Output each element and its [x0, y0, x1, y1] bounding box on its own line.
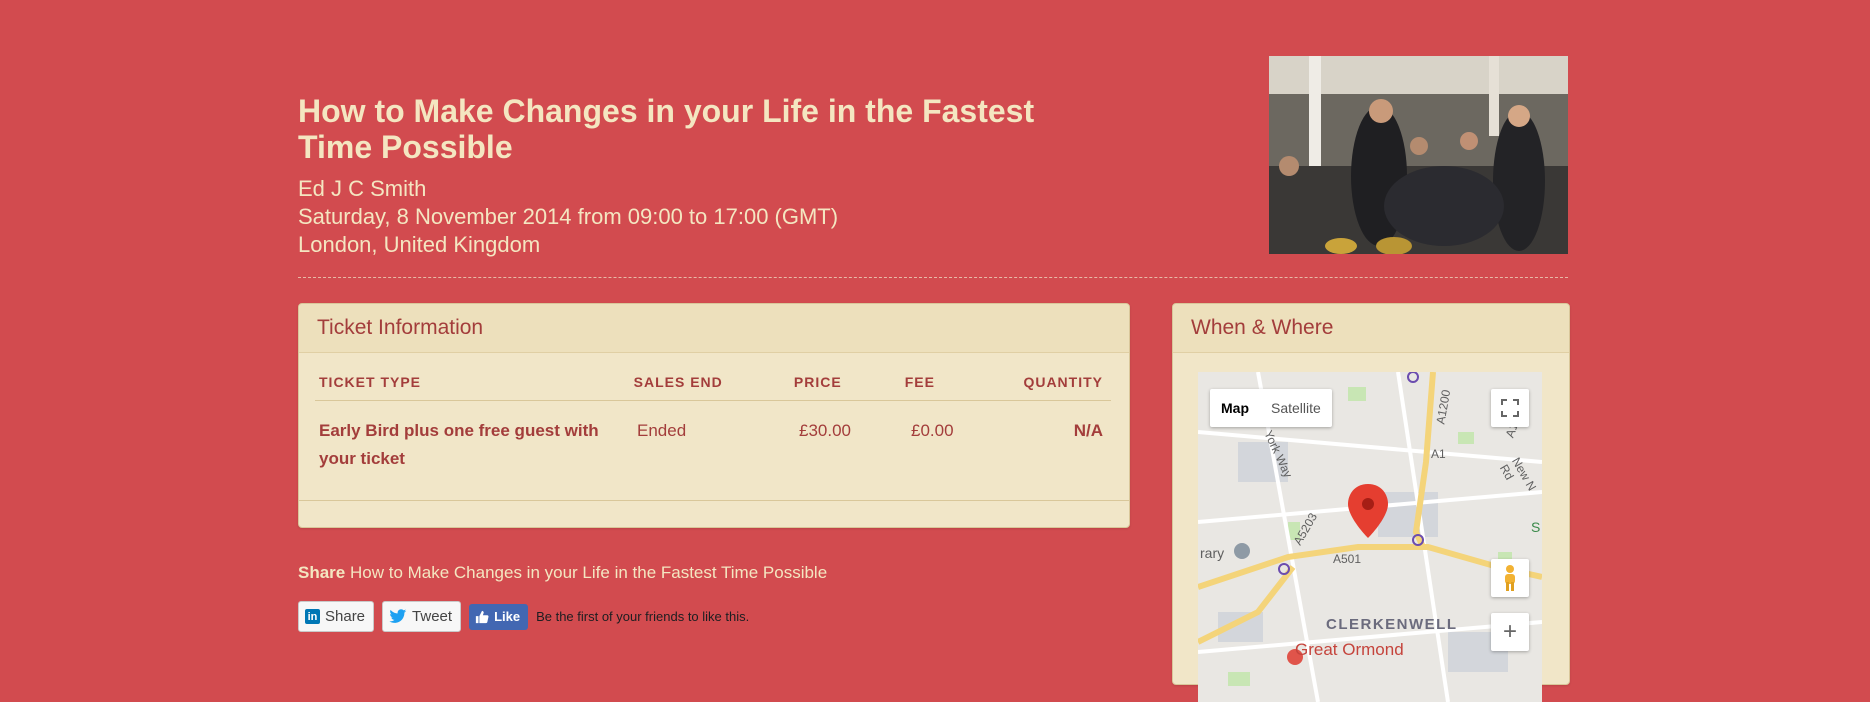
road-a1: A1 — [1431, 447, 1446, 461]
facebook-like-label: Like — [494, 609, 521, 624]
location-map[interactable]: A501 A1 A5203 A1200 A104 York Way New N … — [1198, 372, 1542, 702]
linkedin-share-button[interactable]: in Share — [298, 601, 375, 632]
ticket-table-header: TICKET TYPE SALES END PRICE FEE QUANTITY — [315, 364, 1111, 401]
table-row: Early Bird plus one free guest with your… — [315, 401, 1111, 473]
column-fee: FEE — [904, 374, 935, 390]
road-a501: A501 — [1333, 552, 1362, 566]
event-title: How to Make Changes in your Life in the … — [298, 93, 1035, 165]
facebook-friends-text: Be the first of your friends to like thi… — [536, 609, 750, 624]
ticket-type-cell: Early Bird plus one free guest with your… — [319, 421, 599, 468]
map-type-map[interactable]: Map — [1210, 389, 1260, 427]
tweet-label: Tweet — [412, 608, 453, 625]
fee-cell: £0.00 — [911, 421, 954, 440]
pegman-icon — [1505, 565, 1515, 591]
linkedin-share-label: Share — [325, 608, 366, 625]
price-cell: £30.00 — [799, 421, 851, 440]
tweet-button[interactable]: Tweet — [382, 601, 462, 632]
social-buttons: in Share Tweet Like Be the first of your… — [298, 601, 749, 632]
header-divider — [298, 277, 1568, 278]
library-label: rary — [1200, 545, 1225, 561]
when-where-panel: When & Where A501 A1 A5203 A1200 York Wa… — [1172, 303, 1570, 702]
facebook-like-button[interactable]: Like — [469, 603, 529, 630]
event-photo — [1269, 56, 1568, 254]
column-quantity: QUANTITY — [1023, 374, 1103, 390]
event-datetime: Saturday, 8 November 2014 from 09:00 to … — [298, 204, 839, 229]
thumbs-up-icon — [475, 610, 489, 623]
linkedin-icon: in — [305, 609, 320, 624]
fullscreen-button[interactable] — [1491, 389, 1529, 427]
when-where-heading: When & Where — [1173, 304, 1569, 353]
map-type-satellite[interactable]: Satellite — [1260, 389, 1332, 427]
map-type-toggle: Map Satellite — [1210, 389, 1332, 427]
map-label-s: S — [1531, 519, 1541, 535]
event-organizer[interactable]: Ed J C Smith — [298, 175, 426, 203]
column-price: PRICE — [793, 374, 842, 390]
twitter-bird-icon — [389, 609, 407, 623]
quantity-cell: N/A — [1073, 421, 1103, 440]
ticket-information-heading: Ticket Information — [299, 304, 1129, 353]
column-ticket-type: TICKET TYPE — [319, 374, 422, 390]
street-view-button[interactable] — [1491, 559, 1529, 597]
share-label: Share — [298, 563, 346, 582]
sales-end-cell: Ended — [637, 421, 687, 440]
share-line: Share How to Make Changes in your Life i… — [298, 563, 827, 583]
plus-icon: + — [1502, 618, 1517, 645]
area-label-clerkenwell: CLERKENWELL — [1326, 616, 1458, 633]
fullscreen-icon — [1501, 399, 1519, 417]
column-sales-end: SALES END — [633, 374, 723, 390]
poi-label: Great Ormond — [1295, 640, 1404, 659]
share-text: How to Make Changes in your Life in the … — [349, 563, 828, 582]
ticket-information-panel: Ticket Information TICKET TYPE SALES END… — [298, 303, 1130, 528]
ticket-panel-footer — [299, 500, 1129, 527]
zoom-in-button[interactable]: + — [1491, 613, 1529, 651]
event-location: London, United Kingdom — [298, 232, 541, 257]
ticket-table: TICKET TYPE SALES END PRICE FEE QUANTITY… — [315, 364, 1111, 473]
